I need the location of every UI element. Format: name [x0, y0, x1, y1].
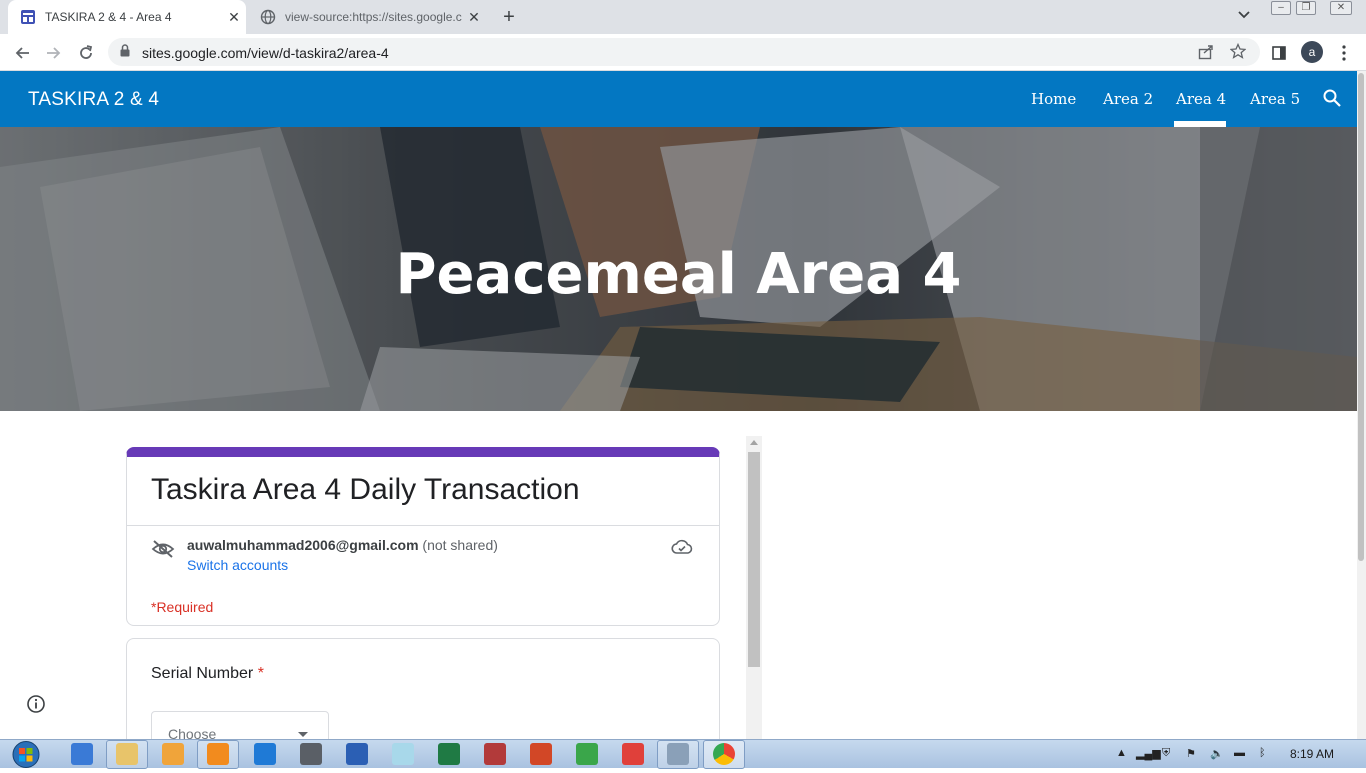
dropdown-placeholder: Choose — [168, 726, 217, 739]
close-window-icon[interactable]: ✕ — [1330, 1, 1352, 15]
form-scrollbar[interactable] — [746, 436, 762, 739]
action-center-flag-icon[interactable]: ⚑ — [1186, 747, 1196, 760]
close-tab-icon[interactable]: ✕ — [462, 9, 486, 26]
form-header-card: Taskira Area 4 Daily Transaction auwalmu… — [126, 447, 720, 626]
dropdown-arrow-icon — [298, 732, 308, 737]
network-signal-icon[interactable]: ▂▄▆ — [1136, 747, 1161, 760]
card-divider — [127, 525, 719, 526]
hero-title: Peacemeal Area 4 — [395, 242, 962, 307]
question-label: Serial Number — [151, 665, 254, 682]
start-orb-icon[interactable] — [8, 741, 44, 768]
vlc-icon[interactable] — [207, 743, 229, 765]
volume-icon[interactable]: 🔈 — [1210, 747, 1224, 760]
lock-icon — [120, 44, 130, 62]
account-email-line: auwalmuhammad2006@gmail.com (not shared) — [187, 537, 498, 553]
security-shield-icon[interactable]: ⛨ — [1162, 747, 1170, 760]
url-text: sites.google.com/view/d-taskira2/area-4 — [142, 45, 389, 61]
chrome-icon[interactable] — [713, 743, 735, 765]
nav-area-4[interactable]: Area 4 — [1176, 90, 1226, 108]
powerpoint-icon[interactable] — [530, 743, 552, 765]
excel-icon[interactable] — [438, 743, 460, 765]
site-header: TASKIRA 2 & 4 Home Area 2 Area 4 Area 5 — [0, 71, 1357, 127]
tab-search-chevron-icon[interactable] — [1238, 8, 1250, 22]
show-hidden-icons-icon[interactable]: ▲ — [1116, 747, 1127, 759]
media-player-icon[interactable] — [162, 743, 184, 765]
file-explorer-icon[interactable] — [116, 743, 138, 765]
address-bar[interactable]: sites.google.com/view/d-taskira2/area-4 — [108, 38, 1260, 66]
page-scrollbar[interactable] — [1357, 71, 1366, 739]
reload-icon[interactable] — [75, 42, 97, 64]
nav-area-5[interactable]: Area 5 — [1250, 90, 1300, 108]
cloud-saved-icon — [671, 539, 693, 560]
browser-tab-strip: TASKIRA 2 & 4 - Area 4 ✕ view-source:htt… — [0, 0, 1366, 34]
notepad-icon[interactable] — [392, 743, 414, 765]
nav-home[interactable]: Home — [1031, 90, 1076, 108]
info-icon[interactable] — [26, 694, 46, 719]
side-panel-icon[interactable] — [1268, 42, 1290, 64]
hero-banner: Peacemeal Area 4 — [0, 127, 1357, 411]
scroll-up-arrow-icon[interactable] — [750, 440, 758, 445]
form-title: Taskira Area 4 Daily Transaction — [151, 473, 580, 506]
tab-title: view-source:https://sites.google.c — [285, 10, 462, 24]
forward-arrow-icon[interactable] — [43, 42, 65, 64]
share-icon[interactable] — [1198, 44, 1214, 65]
browser-toolbar: sites.google.com/view/d-taskira2/area-4 … — [0, 34, 1366, 71]
minimize-window-icon[interactable]: – — [1271, 1, 1291, 15]
vscode-icon[interactable] — [254, 743, 276, 765]
form-scrollbar-thumb[interactable] — [748, 452, 760, 667]
sites-favicon-icon — [20, 9, 36, 25]
close-tab-icon[interactable]: ✕ — [222, 9, 246, 26]
site-title[interactable]: TASKIRA 2 & 4 — [28, 89, 159, 111]
internet-explorer-icon[interactable] — [71, 743, 93, 765]
back-arrow-icon[interactable] — [11, 42, 33, 64]
control-panel-icon[interactable] — [667, 743, 689, 765]
search-icon[interactable] — [1322, 88, 1342, 113]
required-note: *Required — [151, 599, 214, 615]
restore-window-icon[interactable]: ❐ — [1296, 1, 1316, 15]
bluetooth-icon[interactable]: ᛒ — [1259, 747, 1266, 759]
windows-taskbar: ▲ ▂▄▆ ⛨ ⚑ 🔈 ▬ ᛒ 8:19 AM — [0, 739, 1366, 769]
tab-title: TASKIRA 2 & 4 - Area 4 — [45, 10, 172, 24]
sync-app-icon[interactable] — [576, 743, 598, 765]
switch-accounts-link[interactable]: Switch accounts — [187, 557, 288, 573]
account-email: auwalmuhammad2006@gmail.com — [187, 537, 419, 553]
account-share-status: (not shared) — [422, 537, 498, 553]
visibility-off-icon — [151, 539, 175, 564]
serial-number-dropdown[interactable]: Choose — [151, 711, 329, 739]
system-clock[interactable]: 8:19 AM — [1290, 747, 1334, 761]
tab-view-source[interactable]: view-source:https://sites.google.c ✕ — [250, 0, 486, 34]
battery-icon[interactable]: ▬ — [1234, 747, 1245, 759]
question-label-line: Serial Number * — [151, 665, 264, 683]
access-icon[interactable] — [484, 743, 506, 765]
globe-icon — [260, 9, 276, 25]
question-card: Serial Number * Choose — [126, 638, 720, 739]
screen-recorder-icon[interactable] — [622, 743, 644, 765]
required-asterisk: * — [257, 665, 264, 682]
tab-taskira-area-4[interactable]: TASKIRA 2 & 4 - Area 4 ✕ — [8, 0, 246, 34]
page-scrollbar-thumb[interactable] — [1358, 73, 1364, 561]
bookmark-star-icon[interactable] — [1229, 42, 1247, 64]
profile-avatar[interactable]: a — [1301, 41, 1323, 63]
word-icon[interactable] — [346, 743, 368, 765]
kebab-menu-icon[interactable] — [1333, 42, 1355, 64]
new-tab-plus-icon[interactable]: + — [498, 6, 520, 28]
terminal-icon[interactable] — [300, 743, 322, 765]
nav-area-2[interactable]: Area 2 — [1103, 90, 1153, 108]
embedded-form: Taskira Area 4 Daily Transaction auwalmu… — [126, 436, 762, 739]
